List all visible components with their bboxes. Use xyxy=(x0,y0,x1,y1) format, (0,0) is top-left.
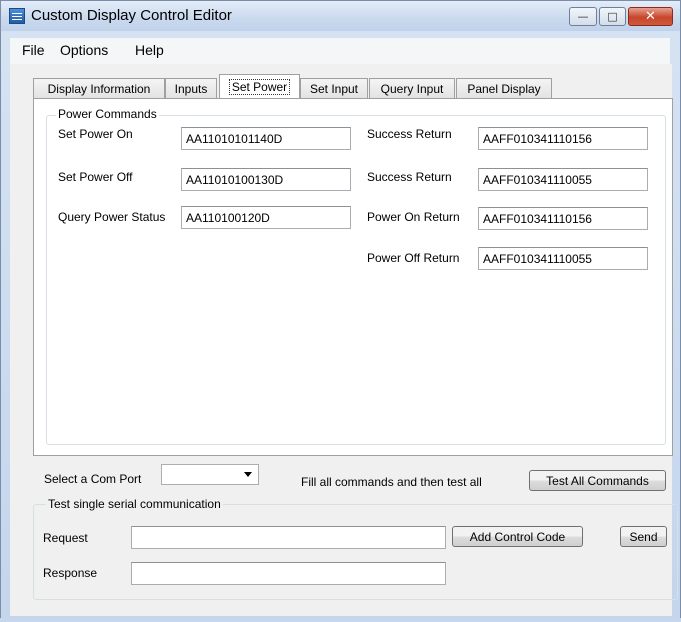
window-bottom-edge xyxy=(0,618,681,622)
power-commands-group xyxy=(46,115,666,445)
menu-help[interactable]: Help xyxy=(135,42,164,58)
success-return-field-2[interactable]: AAFF010341110055 xyxy=(478,168,648,191)
power-commands-label: Power Commands xyxy=(56,107,159,121)
tab-label: Set Input xyxy=(309,81,359,96)
success-return-field-1[interactable]: AAFF010341110156 xyxy=(478,127,648,150)
power-off-return-field[interactable]: AAFF010341110055 xyxy=(478,247,648,270)
menu-options[interactable]: Options xyxy=(60,42,108,58)
tab-query-input[interactable]: Query Input xyxy=(369,78,455,98)
request-label: Request xyxy=(43,531,88,545)
query-power-status-field[interactable]: AA110100120D xyxy=(181,206,351,229)
set-power-tab-page xyxy=(33,98,673,456)
set-power-on-label: Set Power On xyxy=(58,127,133,141)
com-port-label: Select a Com Port xyxy=(44,472,142,486)
tab-label: Query Input xyxy=(380,81,444,96)
query-power-status-label: Query Power Status xyxy=(58,210,166,224)
menu-file[interactable]: File xyxy=(22,42,45,58)
response-field[interactable] xyxy=(131,562,446,585)
success-return-label-1: Success Return xyxy=(367,127,452,141)
tab-label: Panel Display xyxy=(467,81,541,96)
power-on-return-field[interactable]: AAFF010341110156 xyxy=(478,207,648,230)
window-title: Custom Display Control Editor xyxy=(31,7,232,24)
tab-set-input[interactable]: Set Input xyxy=(300,78,368,98)
tab-display-information[interactable]: Display Information xyxy=(33,78,165,98)
chevron-down-icon xyxy=(244,472,252,477)
close-icon: ✕ xyxy=(645,9,656,24)
title-bar[interactable]: Custom Display Control Editor — □ ✕ xyxy=(1,1,680,31)
request-field[interactable] xyxy=(131,526,446,549)
menu-bar: File Options Help xyxy=(10,38,670,64)
tab-panel-display[interactable]: Panel Display xyxy=(456,78,552,98)
tab-label: Set Power xyxy=(228,78,291,95)
tab-inputs[interactable]: Inputs xyxy=(165,78,217,98)
tab-label: Inputs xyxy=(174,81,208,96)
fill-commands-hint: Fill all commands and then test all xyxy=(301,475,482,489)
set-power-off-field[interactable]: AA11010100130D xyxy=(181,168,351,191)
response-label: Response xyxy=(43,566,98,580)
serial-test-group xyxy=(33,504,678,600)
power-on-return-label: Power On Return xyxy=(367,210,460,224)
close-button[interactable]: ✕ xyxy=(628,7,673,26)
serial-test-group-label: Test single serial communication xyxy=(46,497,223,511)
com-port-select[interactable] xyxy=(161,464,259,485)
success-return-label-2: Success Return xyxy=(367,170,452,184)
power-off-return-label: Power Off Return xyxy=(367,251,460,265)
send-button[interactable]: Send xyxy=(620,526,667,547)
app-icon xyxy=(9,8,25,24)
set-power-on-field[interactable]: AA11010101140D xyxy=(181,127,351,150)
minimize-button[interactable]: — xyxy=(569,7,597,26)
set-power-off-label: Set Power Off xyxy=(58,170,133,184)
add-control-code-button[interactable]: Add Control Code xyxy=(452,526,583,547)
test-all-commands-button[interactable]: Test All Commands xyxy=(529,470,666,491)
maximize-icon: □ xyxy=(607,10,618,23)
tab-set-power[interactable]: Set Power xyxy=(219,74,300,98)
maximize-button[interactable]: □ xyxy=(599,7,626,26)
tab-label: Display Information xyxy=(47,81,151,96)
minimize-icon: — xyxy=(577,10,589,23)
